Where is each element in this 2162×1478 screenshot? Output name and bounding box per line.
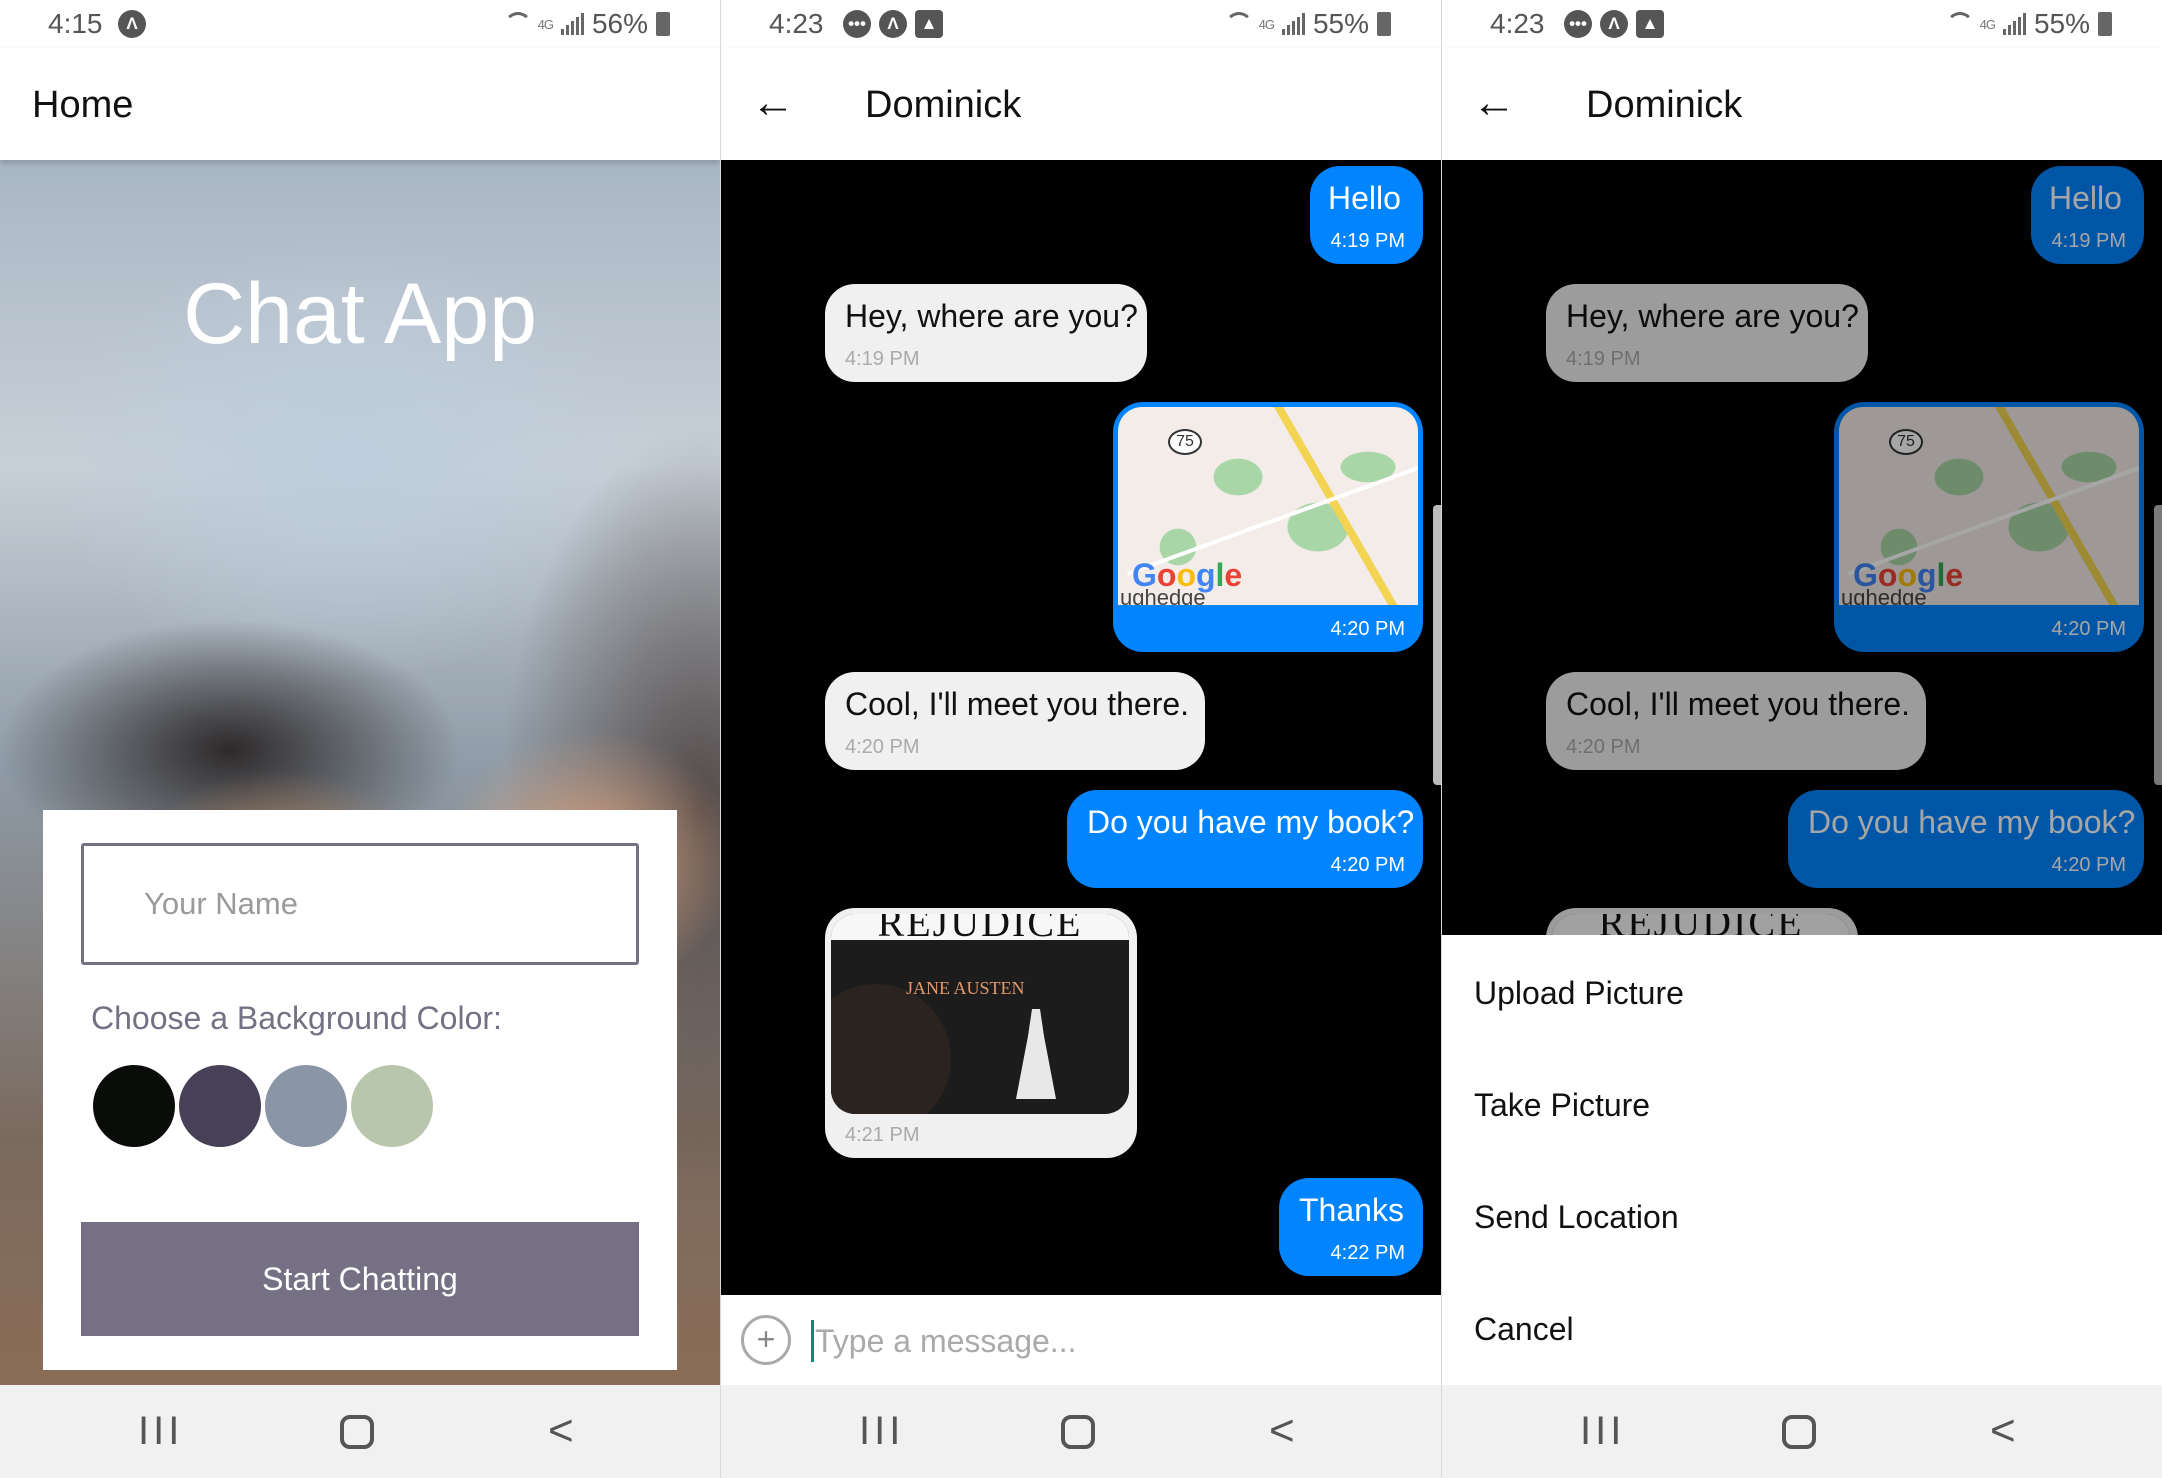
location-message[interactable]: 75 Google ughedge 4:20 PM [1113, 402, 1423, 652]
app-notification-icon: Λ [879, 10, 907, 38]
recents-icon[interactable]: III [1580, 1411, 1625, 1451]
message-notification-icon: ••• [843, 10, 871, 38]
signal-icon [2002, 13, 2026, 35]
back-arrow-icon[interactable]: ← [1472, 78, 1522, 128]
start-card: Your Name Choose a Background Color: Sta… [43, 810, 677, 1370]
message-bubble[interactable]: Thanks 4:22 PM [1279, 1178, 1423, 1276]
back-nav-icon[interactable]: < [1269, 1409, 1295, 1453]
nav-bar: III < [721, 1385, 1441, 1478]
lte-icon: 4G [1979, 16, 1996, 32]
chat-title: Dominick [865, 84, 1022, 126]
chat-area[interactable]: Hello 4:19 PM Hey, where are you? 4:19 P… [721, 160, 1441, 1295]
book-photo[interactable]: REJUDICE JANE AUSTEN [831, 914, 1129, 1114]
cancel-option[interactable]: Cancel [1474, 1311, 1574, 1348]
map-place-label: ughedge [1120, 585, 1206, 605]
add-action-icon[interactable]: + [741, 1315, 791, 1365]
battery-percent: 55% [1312, 8, 1369, 39]
image-notification-icon: ▲ [1636, 10, 1664, 38]
scrollbar[interactable] [1433, 505, 1441, 785]
app-header: Home [0, 48, 720, 160]
color-swatch-green[interactable] [351, 1065, 433, 1147]
signal-icon [1281, 13, 1305, 35]
map-preview[interactable]: 75 Google ughedge [1118, 407, 1418, 605]
color-swatch-black[interactable] [93, 1065, 175, 1147]
signal-icon [560, 13, 584, 35]
upload-picture-option[interactable]: Upload Picture [1474, 975, 1684, 1012]
home-icon[interactable] [340, 1415, 374, 1449]
home-screen: 4:15 Λ 4G 56% Home Chat App Your Name Ch… [0, 0, 720, 1478]
wifi-icon [503, 12, 532, 36]
recents-icon[interactable]: III [859, 1411, 904, 1451]
chat-title: Dominick [1586, 84, 1743, 126]
status-time: 4:23 [1490, 8, 1545, 39]
name-input[interactable]: Your Name [81, 843, 639, 965]
color-label: Choose a Background Color: [91, 1000, 502, 1036]
chat-header: ← Dominick [721, 48, 1441, 160]
send-location-option[interactable]: Send Location [1474, 1199, 1679, 1236]
action-sheet: Upload Picture Take Picture Send Locatio… [1442, 935, 2162, 1385]
status-time: 4:23 [769, 8, 824, 39]
chat-header: ← Dominick [1442, 48, 2162, 160]
message-bubble[interactable]: Do you have my book? 4:20 PM [1067, 790, 1423, 888]
status-bar: 4:15 Λ 4G 56% [0, 0, 720, 48]
book-author: JANE AUSTEN [906, 978, 1025, 998]
app-notification-icon: Λ [118, 10, 146, 38]
message-input[interactable]: Type a message... [815, 1323, 1076, 1360]
start-chatting-button[interactable]: Start Chatting [81, 1222, 639, 1336]
message-composer: + Type a message... [721, 1295, 1441, 1385]
message-notification-icon: ••• [1564, 10, 1592, 38]
battery-icon [1377, 12, 1391, 36]
image-notification-icon: ▲ [915, 10, 943, 38]
page-title: Home [32, 84, 134, 126]
battery-percent: 55% [2033, 8, 2090, 39]
home-icon[interactable] [1061, 1415, 1095, 1449]
nav-bar: III < [1442, 1385, 2162, 1478]
status-bar: 4:23 ••• Λ ▲ 4G 55% [721, 0, 1441, 48]
take-picture-option[interactable]: Take Picture [1474, 1087, 1650, 1124]
battery-icon [2098, 12, 2112, 36]
image-message[interactable]: REJUDICE JANE AUSTEN 4:21 PM [825, 908, 1137, 1158]
back-nav-icon[interactable]: < [1990, 1409, 2016, 1453]
color-swatch-purple[interactable] [179, 1065, 261, 1147]
lte-icon: 4G [1258, 16, 1275, 32]
home-icon[interactable] [1782, 1415, 1816, 1449]
message-bubble[interactable]: Hey, where are you? 4:19 PM [825, 284, 1147, 382]
back-arrow-icon[interactable]: ← [751, 78, 801, 128]
app-notification-icon: Λ [1600, 10, 1628, 38]
status-time: 4:15 [48, 8, 103, 39]
wifi-icon [1945, 12, 1974, 36]
app-title: Chat App [183, 266, 537, 362]
lte-icon: 4G [537, 16, 554, 32]
modal-overlay[interactable] [1442, 160, 2162, 935]
nav-bar: III < [0, 1385, 720, 1478]
chat-screen: 4:23 ••• Λ ▲ 4G 55% ← Dominick Hello 4:1… [721, 0, 1441, 1478]
status-bar: 4:23 ••• Λ ▲ 4G 55% [1442, 0, 2162, 48]
recents-icon[interactable]: III [138, 1411, 183, 1451]
message-bubble[interactable]: Hello 4:19 PM [1310, 166, 1423, 264]
chat-action-sheet-screen: 4:23 ••• Λ ▲ 4G 55% ← Dominick Hello 4:1… [1442, 0, 2162, 1478]
message-bubble[interactable]: Cool, I'll meet you there. 4:20 PM [825, 672, 1205, 770]
wifi-icon [1224, 12, 1253, 36]
battery-icon [656, 12, 670, 36]
color-swatch-gray[interactable] [265, 1065, 347, 1147]
battery-percent: 56% [591, 8, 648, 39]
back-nav-icon[interactable]: < [548, 1409, 574, 1453]
highway-shield: 75 [1168, 429, 1202, 455]
